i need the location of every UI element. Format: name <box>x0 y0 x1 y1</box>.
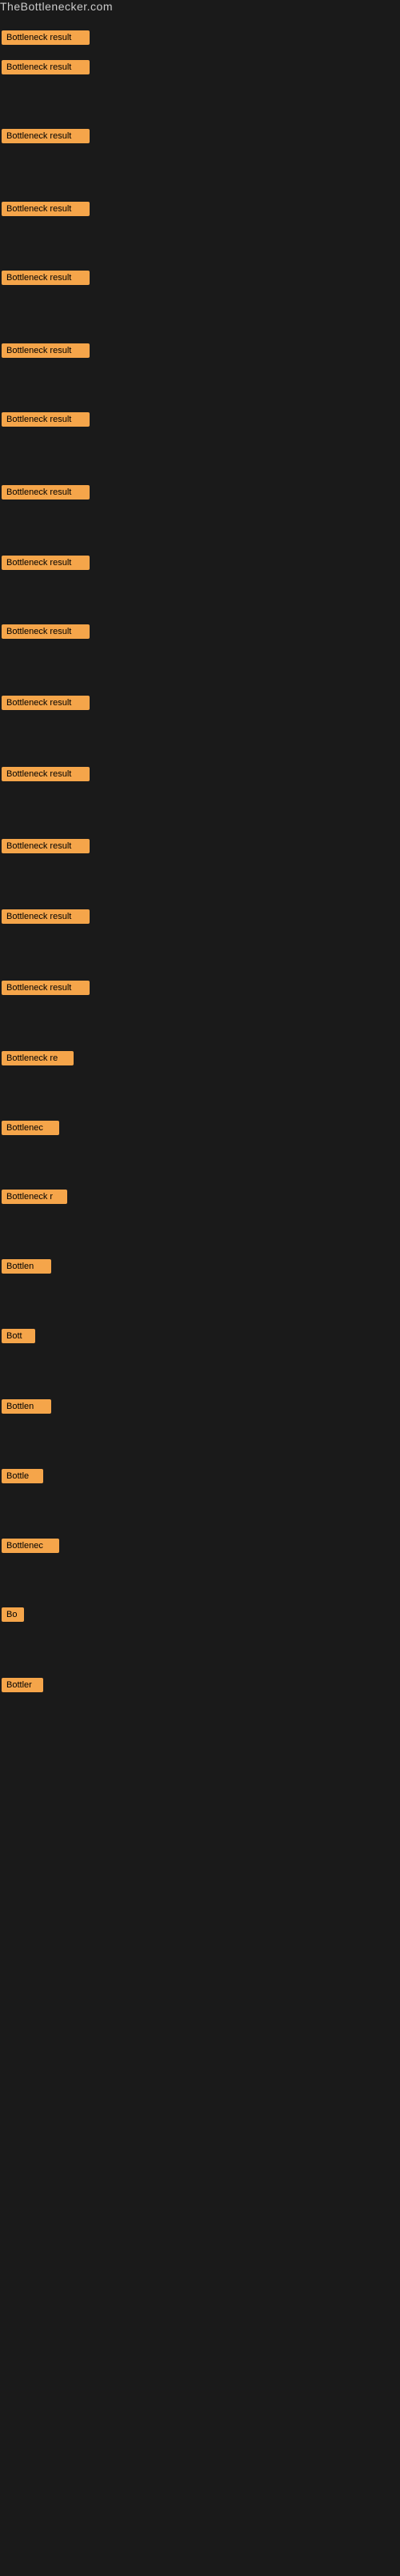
bottleneck-item: Bottleneck result <box>2 556 90 574</box>
bottleneck-item: Bottleneck result <box>2 271 90 289</box>
bottleneck-badge: Bottleneck result <box>2 30 90 45</box>
bottleneck-item: Bottlenec <box>2 1539 59 1557</box>
bottleneck-item: Bottleneck re <box>2 1051 74 1069</box>
bottleneck-item: Bottleneck result <box>2 839 90 857</box>
bottleneck-badge: Bott <box>2 1329 35 1343</box>
bottleneck-badge: Bottler <box>2 1678 43 1692</box>
bottleneck-item: Bottlen <box>2 1399 51 1418</box>
bottleneck-item: Bottleneck result <box>2 202 90 220</box>
bottleneck-badge: Bottleneck result <box>2 839 90 853</box>
bottleneck-badge: Bottleneck result <box>2 909 90 924</box>
bottleneck-badge: Bo <box>2 1607 24 1622</box>
bottleneck-badge: Bottleneck result <box>2 271 90 285</box>
bottleneck-item: Bottleneck result <box>2 981 90 999</box>
bottleneck-item: Bott <box>2 1329 35 1347</box>
bottleneck-badge: Bottleneck result <box>2 696 90 710</box>
bottleneck-item: Bottlen <box>2 1259 51 1278</box>
bottleneck-item: Bottleneck r <box>2 1190 67 1208</box>
bottleneck-badge: Bottlenec <box>2 1539 59 1553</box>
bottleneck-item: Bottleneck result <box>2 485 90 504</box>
bottleneck-badge: Bottleneck result <box>2 981 90 995</box>
bottleneck-items-container: Bottleneck result Bottleneck result Bottle… <box>0 14 400 2576</box>
bottleneck-badge: Bottle <box>2 1469 43 1483</box>
bottleneck-item: Bottleneck result <box>2 696 90 714</box>
bottleneck-badge: Bottleneck result <box>2 767 90 781</box>
bottleneck-item: Bottleneck result <box>2 909 90 928</box>
bottleneck-badge: Bottleneck result <box>2 343 90 358</box>
bottleneck-badge: Bottleneck result <box>2 412 90 427</box>
bottleneck-item: Bottleneck result <box>2 343 90 362</box>
bottleneck-badge: Bottleneck result <box>2 60 90 74</box>
bottleneck-item: Bottler <box>2 1678 43 1696</box>
bottleneck-item: Bottleneck result <box>2 624 90 643</box>
bottleneck-badge: Bottleneck r <box>2 1190 67 1204</box>
bottleneck-badge: Bottleneck result <box>2 556 90 570</box>
bottleneck-badge: Bottlen <box>2 1399 51 1414</box>
site-title: TheBottlenecker.com <box>0 0 113 16</box>
bottleneck-item: Bottle <box>2 1469 43 1487</box>
bottleneck-badge: Bottleneck result <box>2 129 90 143</box>
bottleneck-item: Bottleneck result <box>2 412 90 431</box>
bottleneck-item: Bottleneck result <box>2 30 90 49</box>
bottleneck-badge: Bottlenec <box>2 1121 59 1135</box>
bottleneck-badge: Bottleneck re <box>2 1051 74 1065</box>
bottleneck-badge: Bottleneck result <box>2 624 90 639</box>
bottleneck-badge: Bottleneck result <box>2 485 90 500</box>
bottleneck-badge: Bottlen <box>2 1259 51 1274</box>
bottleneck-badge: Bottleneck result <box>2 202 90 216</box>
bottleneck-item: Bottlenec <box>2 1121 59 1139</box>
bottleneck-item: Bottleneck result <box>2 60 90 78</box>
bottleneck-item: Bottleneck result <box>2 129 90 147</box>
bottleneck-item: Bottleneck result <box>2 767 90 785</box>
bottleneck-item: Bo <box>2 1607 24 1626</box>
